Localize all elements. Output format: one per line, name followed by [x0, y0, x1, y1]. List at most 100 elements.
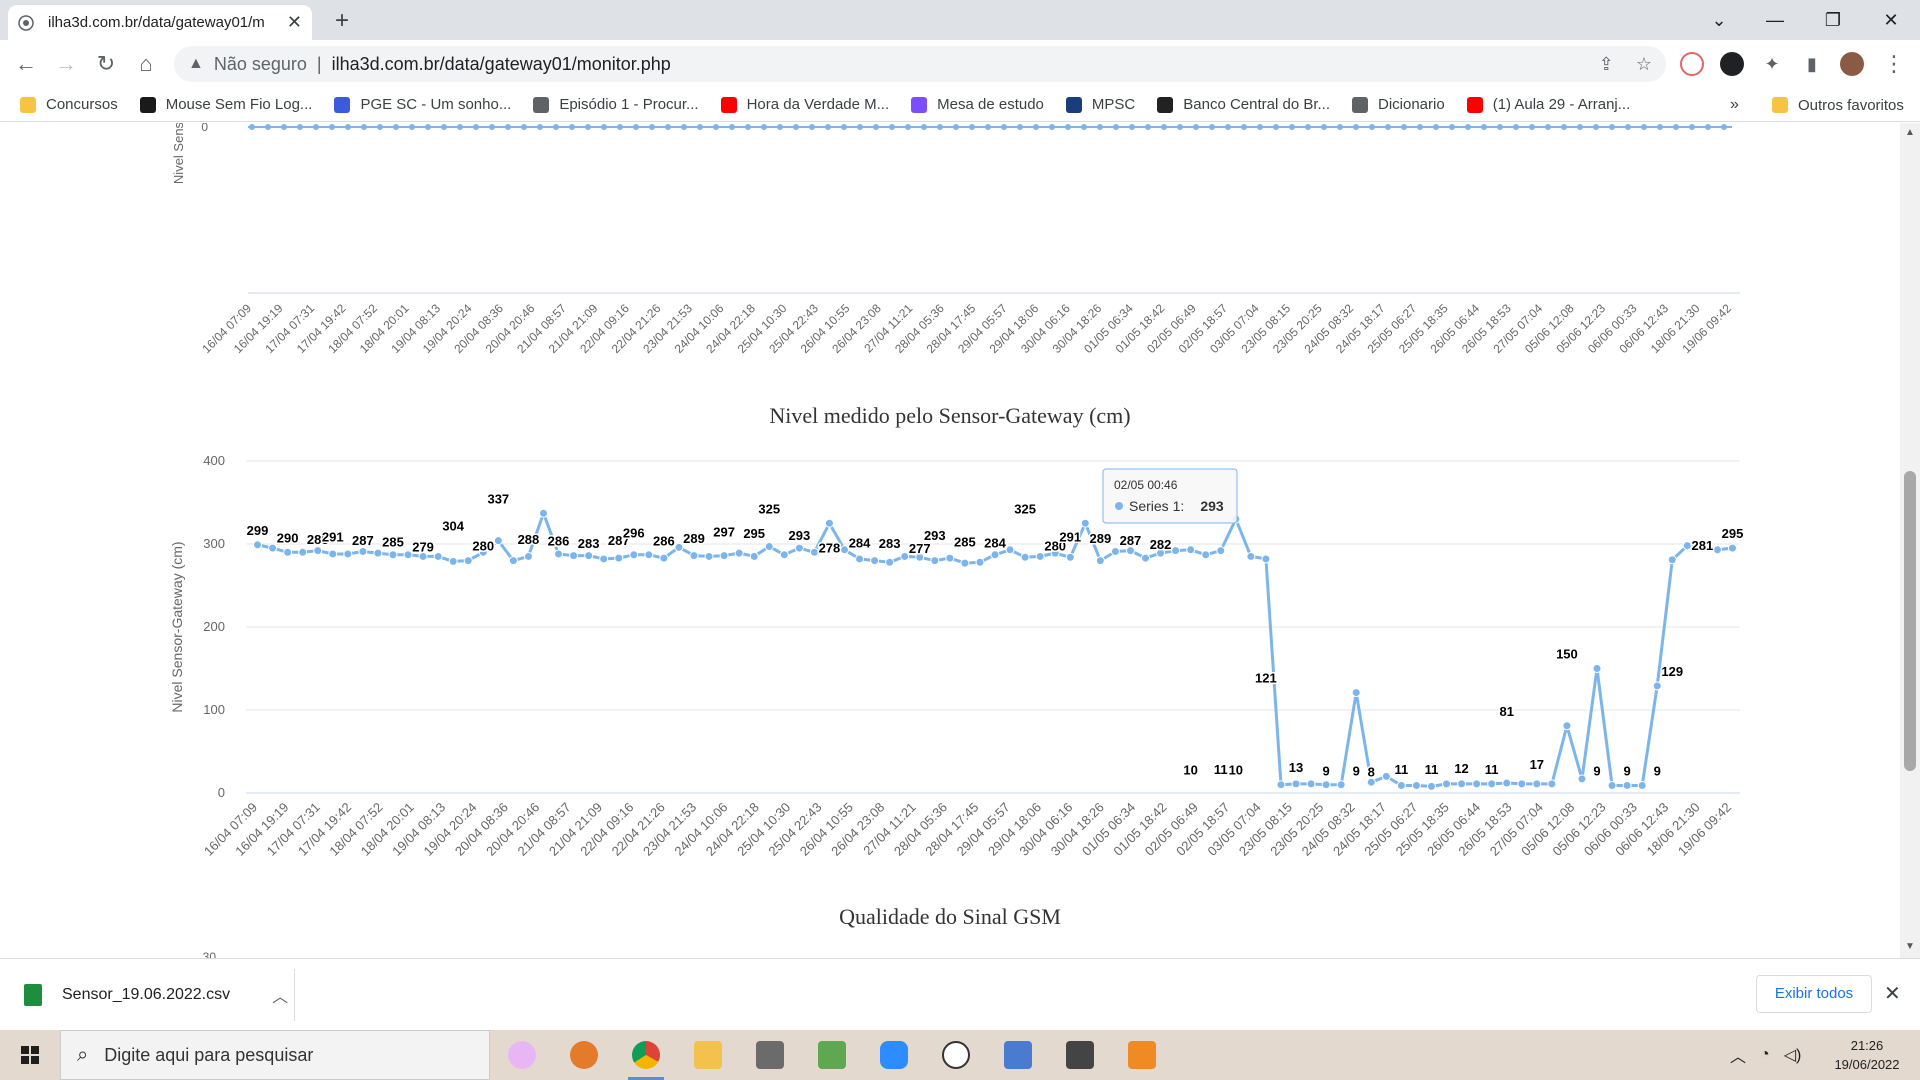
show-all-downloads-button[interactable]: Exibir todos [1756, 975, 1872, 1013]
extension-dark-icon[interactable] [1720, 52, 1744, 76]
data-label: 286 [653, 534, 675, 549]
bookmark-item[interactable]: (1) Aula 29 - Arranj... [1466, 96, 1630, 113]
bookmark-label: PGE SC - Um sonho... [360, 96, 512, 113]
series-point [614, 553, 624, 563]
bookmark-item[interactable]: Concursos [20, 96, 118, 113]
taskbar-search-box[interactable]: ⌕ Digite aqui para pesquisar [60, 1030, 490, 1080]
camera-icon[interactable] [750, 1036, 790, 1074]
bookmark-item[interactable]: Dicionario [1352, 96, 1445, 113]
itunes-icon[interactable] [502, 1036, 542, 1074]
calculator-icon[interactable] [1060, 1036, 1100, 1074]
bookmark-item[interactable]: Mouse Sem Fio Log... [139, 96, 312, 113]
chevron-up-icon[interactable]: ︿ [272, 983, 288, 1007]
series-point [538, 508, 548, 518]
data-label: 287 [352, 533, 374, 548]
browser-tab[interactable]: ilha3d.com.br/data/gateway01/m ✕ [8, 5, 312, 40]
page-scrollbar[interactable]: ▲ ▼ [1900, 123, 1920, 958]
data-label: 9 [1593, 764, 1600, 779]
menu-kebab-icon[interactable]: ⋮ [1876, 46, 1912, 82]
series-point [1291, 779, 1301, 789]
minimize-button[interactable]: — [1746, 0, 1804, 40]
series-point [1035, 551, 1045, 561]
series-point [734, 548, 744, 558]
tab-search-chevron-icon[interactable]: ⌄ [1690, 0, 1748, 40]
data-label: 325 [1014, 501, 1036, 516]
data-label: 291 [1059, 529, 1081, 544]
file-explorer-icon[interactable] [688, 1036, 728, 1074]
data-label: 17 [1530, 757, 1544, 772]
windows-start-icon[interactable] [0, 1030, 60, 1080]
security-label[interactable]: Não seguro [214, 54, 307, 75]
address-bar[interactable]: ▲ Não seguro | ilha3d.com.br/data/gatewa… [174, 46, 1666, 82]
series-point [463, 556, 473, 566]
warning-icon[interactable]: ▲ [188, 55, 204, 73]
series-point [749, 551, 759, 561]
series-point [1125, 546, 1135, 556]
top-y-tick-label: 0 [201, 123, 208, 134]
data-label: 8 [1368, 764, 1375, 779]
folder-icon [20, 96, 36, 113]
photos-icon[interactable] [812, 1036, 852, 1074]
extension-red-icon[interactable] [1680, 52, 1704, 76]
chrome-icon[interactable] [626, 1036, 666, 1080]
data-label: 11 [1394, 762, 1408, 777]
url-text[interactable]: ilha3d.com.br/data/gateway01/monitor.php [332, 54, 671, 75]
bookmarks-more-button[interactable]: » [1730, 88, 1739, 122]
reload-icon[interactable]: ↻ [88, 46, 124, 82]
series-point [328, 549, 338, 559]
download-item[interactable]: Sensor_19.06.2022.csv ︿ [24, 973, 288, 1017]
data-label: 288 [518, 532, 540, 547]
logi-icon [139, 96, 156, 113]
series-point [1321, 780, 1331, 790]
other-bookmarks-folder[interactable]: Outros favoritos [1772, 88, 1904, 122]
clock-app-icon[interactable] [936, 1036, 976, 1074]
zoom-icon[interactable] [874, 1036, 914, 1074]
scroll-down-arrow-icon[interactable]: ▼ [1904, 941, 1916, 953]
side-panel-icon[interactable]: ▮ [1794, 46, 1830, 82]
series-point [373, 548, 383, 558]
wifi-icon[interactable]: ◔ [1760, 1046, 1770, 1064]
close-download-bar-icon[interactable]: ✕ [1884, 981, 1901, 1006]
series-point [1110, 546, 1120, 556]
extensions-puzzle-icon[interactable]: ✦ [1754, 46, 1790, 82]
taskbar-clock[interactable]: 21:26 19/06/2022 [1822, 1036, 1912, 1074]
series-point [945, 553, 955, 563]
profile-avatar[interactable] [1840, 52, 1864, 76]
restore-button[interactable]: ❐ [1804, 0, 1862, 40]
bookmark-item[interactable]: Mesa de estudo [911, 96, 1044, 113]
data-label: 9 [1353, 764, 1360, 779]
data-label: 280 [472, 539, 494, 554]
series-point [930, 556, 940, 566]
windows-taskbar: ⌕ Digite aqui para pesquisar ︿ ◔ ◁) 21:2… [0, 1030, 1920, 1080]
chevron-up-tray-icon[interactable]: ︿ [1730, 1043, 1746, 1067]
new-tab-button[interactable]: + [328, 8, 356, 36]
home-icon[interactable]: ⌂ [128, 46, 164, 82]
bookmark-item[interactable]: PGE SC - Um sonho... [334, 96, 511, 113]
close-window-button[interactable]: ✕ [1862, 0, 1920, 40]
share-icon[interactable]: ⇪ [1599, 54, 1614, 75]
series-point [358, 546, 368, 556]
back-arrow-icon[interactable]: ← [8, 46, 44, 82]
data-label: 285 [954, 534, 976, 549]
forward-arrow-icon[interactable]: → [48, 46, 84, 82]
series-point [1171, 546, 1181, 556]
data-label: 293 [788, 528, 810, 543]
bookmark-item[interactable]: Episódio 1 - Procur... [533, 96, 699, 113]
download-filename[interactable]: Sensor_19.06.2022.csv [62, 986, 230, 1004]
page-content: 0 Nivel Sens 16/04 07:09 16/04 19:19 17/04 0… [0, 123, 1900, 958]
series-point [1381, 771, 1391, 781]
scroll-up-arrow-icon[interactable]: ▲ [1904, 127, 1916, 139]
data-label: 13 [1289, 760, 1303, 775]
scrollbar-thumb[interactable] [1904, 471, 1916, 771]
series-point [433, 551, 443, 561]
app-orange-icon[interactable] [564, 1036, 604, 1074]
bookmark-item[interactable]: Banco Central do Br... [1157, 96, 1330, 113]
bookmark-item[interactable]: MPSC [1065, 96, 1135, 113]
pdf-app-icon[interactable] [1122, 1036, 1162, 1074]
volume-icon[interactable]: ◁) [1784, 1045, 1802, 1065]
bookmark-star-icon[interactable]: ☆ [1636, 54, 1652, 75]
document-icon[interactable] [998, 1036, 1038, 1074]
tab-close-icon[interactable]: ✕ [287, 12, 302, 33]
bookmark-item[interactable]: Hora da Verdade M... [720, 96, 889, 113]
series-point [794, 543, 804, 553]
